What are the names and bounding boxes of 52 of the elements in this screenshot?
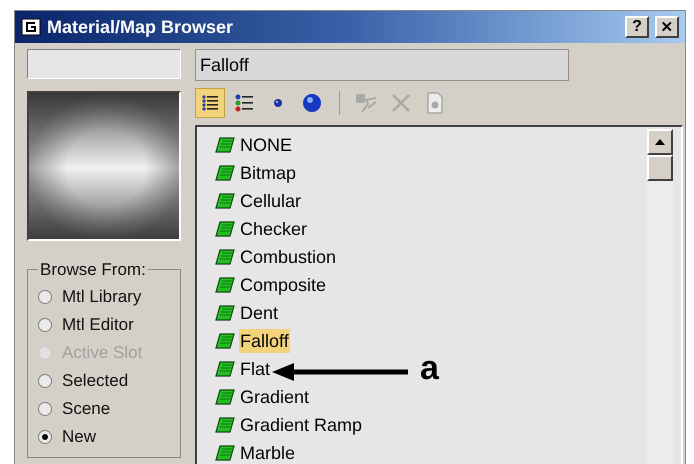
view-button[interactable] bbox=[195, 88, 225, 118]
group-title: Browse From: bbox=[39, 259, 147, 281]
radio-button[interactable] bbox=[38, 290, 52, 304]
map-icon bbox=[215, 417, 235, 433]
map-icon bbox=[215, 305, 235, 321]
map-item[interactable]: Bitmap bbox=[239, 161, 298, 185]
sphere-icon bbox=[302, 93, 322, 113]
map-item[interactable]: NONE bbox=[239, 133, 294, 157]
radio-label: Mtl Library bbox=[62, 286, 142, 308]
map-item[interactable]: Flat bbox=[239, 357, 272, 381]
map-item[interactable]: Dent bbox=[239, 301, 280, 325]
radio-label: New bbox=[62, 426, 96, 448]
map-item[interactable]: Marble bbox=[239, 441, 296, 464]
radio-button[interactable] bbox=[38, 402, 52, 416]
list-icon bbox=[201, 94, 219, 112]
map-icon bbox=[215, 445, 235, 461]
map-item[interactable]: Falloff bbox=[239, 329, 290, 353]
document-icon bbox=[426, 92, 444, 114]
map-item[interactable]: Gradient Ramp bbox=[239, 413, 364, 437]
map-item[interactable]: Checker bbox=[239, 217, 308, 241]
map-item[interactable]: Composite bbox=[239, 273, 328, 297]
map-item[interactable]: Cellular bbox=[239, 189, 302, 213]
radio-button[interactable] bbox=[38, 430, 52, 444]
radio-label: Mtl Editor bbox=[62, 314, 134, 336]
type-field[interactable]: Falloff bbox=[195, 49, 569, 81]
map-icon bbox=[215, 165, 235, 181]
map-icon bbox=[215, 389, 235, 405]
map-item[interactable]: Gradient bbox=[239, 385, 310, 409]
annotation-label: a bbox=[420, 348, 439, 388]
window-title: Material/Map Browser bbox=[47, 16, 234, 39]
scroll-thumb[interactable] bbox=[647, 155, 673, 181]
help-button[interactable]: ? bbox=[625, 16, 649, 38]
map-item[interactable]: Combustion bbox=[239, 245, 338, 269]
close-button[interactable]: ✕ bbox=[655, 16, 679, 38]
up-arrow-icon bbox=[655, 139, 665, 145]
cross-icon bbox=[390, 92, 412, 114]
name-field[interactable] bbox=[27, 49, 181, 79]
radio-label: Selected bbox=[62, 370, 128, 392]
map-icon bbox=[215, 249, 235, 265]
map-icon bbox=[215, 221, 235, 237]
map-icon bbox=[215, 137, 235, 153]
app-icon bbox=[21, 18, 41, 36]
map-icon bbox=[215, 277, 235, 293]
map-icon bbox=[215, 333, 235, 349]
radio-label: Scene bbox=[62, 398, 110, 420]
list-icon bbox=[234, 94, 254, 112]
sphere-icon bbox=[273, 98, 283, 108]
radio-button[interactable] bbox=[38, 318, 52, 332]
map-icon bbox=[215, 193, 235, 209]
scroll-up-button[interactable] bbox=[647, 129, 673, 155]
radio-button[interactable] bbox=[38, 374, 52, 388]
map-icon bbox=[215, 361, 235, 377]
